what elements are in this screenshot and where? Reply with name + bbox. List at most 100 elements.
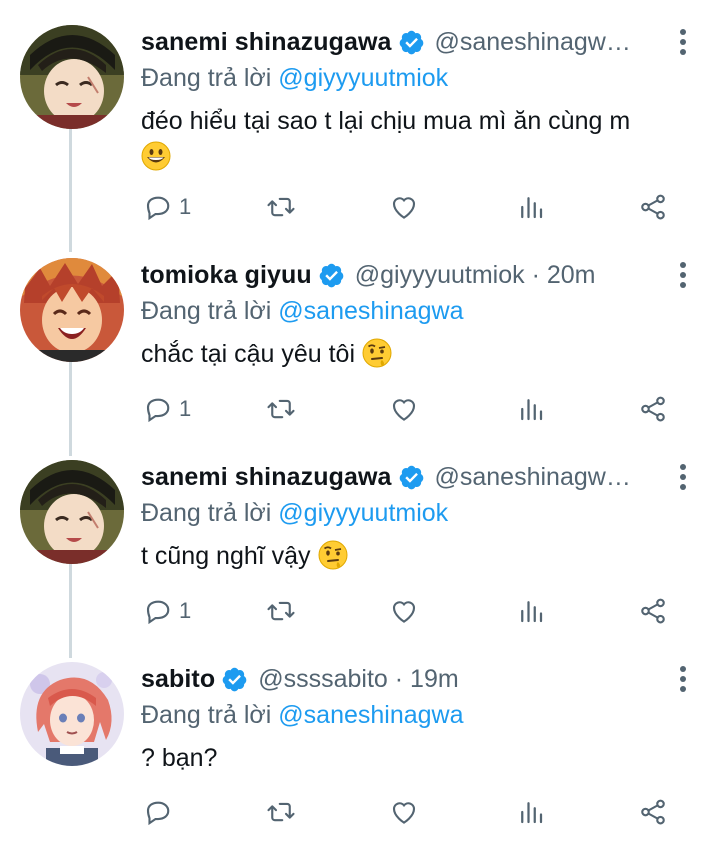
verified-badge-icon [398,29,425,56]
mention-link[interactable]: @saneshinagwa [278,701,463,729]
views-chart-icon [521,601,543,623]
tweet[interactable]: sanemi shinazugawa @saneshinagw… Đang tr… [0,25,720,225]
replying-to: Đang trả lời @saneshinagwa [141,294,464,328]
reply-count: 1 [179,598,192,623]
mention-link[interactable]: @giyyyuutmiok [278,64,448,92]
replying-prefix: Đang trả lời [141,64,272,92]
share-icon [641,799,665,825]
avatar-image [20,662,124,766]
views-chart-icon [521,802,543,824]
face-with-raised-eyebrow-emoji [318,540,348,570]
action-bar: 1 [141,391,681,427]
share-button[interactable] [638,794,668,830]
retweet-button[interactable] [266,391,296,427]
display-name[interactable]: sanemi shinazugawa [141,460,392,494]
action-bar: 1 [141,189,681,225]
share-button[interactable] [638,593,668,629]
more-options-icon[interactable] [676,27,690,57]
tweet-text: ? bạn? [141,740,701,776]
avatar-image [20,25,124,129]
reply-icon [146,196,170,221]
reply-button[interactable]: 1 [143,593,191,629]
share-button[interactable] [638,189,668,225]
retweet-button[interactable] [266,593,296,629]
reply-button[interactable]: 1 [143,391,191,427]
replying-to: Đang trả lời @giyyyuutmiok [141,496,448,530]
handle[interactable]: @saneshinagw… [435,460,631,494]
like-button[interactable] [389,794,419,830]
verified-badge-icon [221,666,248,693]
verified-badge-icon [398,464,425,491]
display-name[interactable]: sanemi shinazugawa [141,25,392,59]
heart-icon [392,399,416,421]
reply-button[interactable] [143,794,173,830]
avatar[interactable] [20,25,124,129]
display-name[interactable]: tomioka giyuu [141,258,312,292]
views-button[interactable] [516,189,546,225]
retweet-icon [267,802,295,822]
retweet-button[interactable] [266,794,296,830]
handle-text: @giyyyuutmiok [354,261,525,289]
views-button[interactable] [516,391,546,427]
tweet-text-line: ? bạn? [141,744,218,772]
tweet-text: chắc tại cậu yêu tôi [141,336,701,372]
action-bar: 1 [141,593,681,629]
mention-link[interactable]: @saneshinagwa [278,297,463,325]
replying-prefix: Đang trả lời [141,297,272,325]
share-button[interactable] [638,391,668,427]
views-button[interactable] [516,593,546,629]
timestamp: · 19m [394,665,459,693]
replying-to: Đang trả lời @saneshinagwa [141,698,464,732]
reply-count: 1 [179,194,192,219]
handle[interactable]: @giyyyuutmiok · 20m [355,258,596,292]
handle-text: @ssssabito [258,665,388,693]
replying-to: Đang trả lời @giyyyuutmiok [141,61,448,95]
share-icon [641,598,665,624]
handle-text: @saneshinagw… [434,463,631,491]
tweet[interactable]: sanemi shinazugawa @saneshinagw… Đang tr… [0,460,720,630]
grinning-face-emoji [141,141,171,171]
face-with-raised-eyebrow-emoji [362,338,392,368]
reply-icon [146,398,170,423]
retweet-icon [267,601,295,621]
avatar-image [20,258,124,362]
views-button[interactable] [516,794,546,830]
replying-prefix: Đang trả lời [141,701,272,729]
action-bar [141,794,681,830]
avatar[interactable] [20,258,124,362]
reply-count: 1 [179,396,192,421]
reply-button[interactable]: 1 [143,189,191,225]
avatar[interactable] [20,460,124,564]
like-button[interactable] [389,189,419,225]
more-options-icon[interactable] [676,462,690,492]
more-options-icon[interactable] [676,664,690,694]
tweet-header: tomioka giyuu @giyyyuutmiok · 20m [141,258,661,292]
like-button[interactable] [389,593,419,629]
views-chart-icon [521,197,543,219]
tweet-header: sabito @ssssabito · 19m [141,662,661,696]
tweet-text: đéo hiểu tại sao t lại chịu mua mì ăn cù… [141,103,701,175]
reply-icon [146,600,170,625]
retweet-icon [267,399,295,419]
reply-icon [146,801,170,826]
avatar[interactable] [20,662,124,766]
retweet-button[interactable] [266,189,296,225]
tweet-text-line: chắc tại cậu yêu tôi [141,340,356,368]
more-options-icon[interactable] [676,260,690,290]
tweet-text: t cũng nghĩ vậy [141,538,701,574]
heart-icon [392,601,416,623]
like-button[interactable] [389,391,419,427]
tweet[interactable]: tomioka giyuu @giyyyuutmiok · 20m Đang t… [0,258,720,428]
heart-icon [392,197,416,219]
share-icon [641,194,665,220]
handle[interactable]: @ssssabito · 19m [258,662,458,696]
tweet[interactable]: sabito @ssssabito · 19m Đang trả lời @sa… [0,662,720,832]
handle-text: @saneshinagw… [434,28,631,56]
views-chart-icon [521,399,543,421]
mention-link[interactable]: @giyyyuutmiok [278,499,448,527]
handle[interactable]: @saneshinagw… [435,25,631,59]
timestamp: · 20m [531,261,596,289]
tweet-text-line: t cũng nghĩ vậy [141,542,311,570]
retweet-icon [267,197,295,217]
display-name[interactable]: sabito [141,662,215,696]
